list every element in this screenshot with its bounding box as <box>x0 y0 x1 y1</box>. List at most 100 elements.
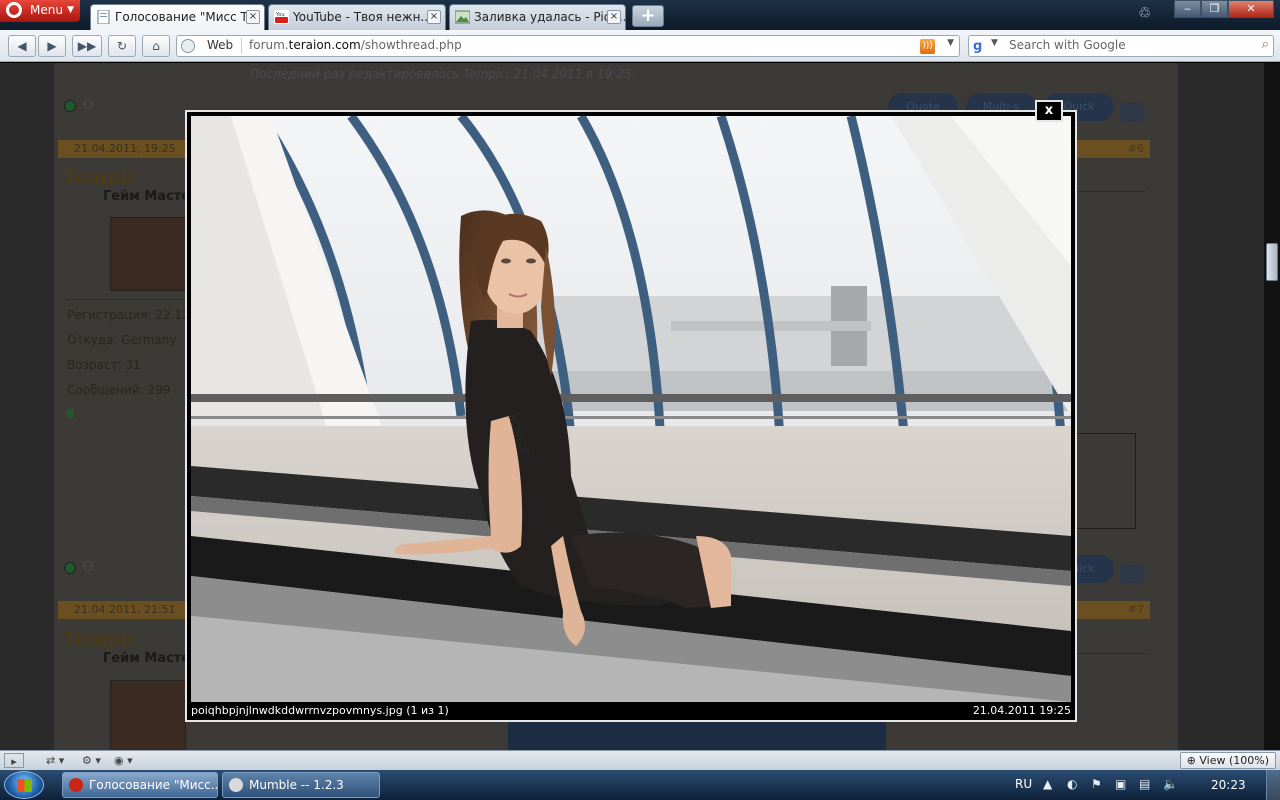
reputation-icon <box>67 409 74 418</box>
post-number[interactable]: #6 <box>1128 140 1144 158</box>
youtube-icon: You <box>274 10 289 24</box>
lightbox-close-button[interactable]: x <box>1035 100 1063 122</box>
opera-icon <box>69 778 83 792</box>
divider <box>1078 653 1146 654</box>
post-number[interactable]: #7 <box>1128 601 1144 619</box>
windows-logo-icon <box>17 779 32 792</box>
menu-label: Menu <box>30 3 63 17</box>
image-icon <box>455 10 470 24</box>
fast-forward-button[interactable]: ▶▶ <box>72 35 102 57</box>
reload-button[interactable]: ↻ <box>108 35 136 57</box>
search-engine-dropdown-icon[interactable]: ▼ <box>991 38 998 48</box>
post-username[interactable]: Tempic <box>63 166 139 188</box>
report-icon[interactable] <box>1120 565 1144 583</box>
search-field[interactable]: g ▼ Search with Google ⌕ <box>968 35 1274 57</box>
search-placeholder: Search with Google <box>1009 38 1126 52</box>
forward-button[interactable]: ▶ <box>38 35 66 57</box>
new-tab-button[interactable]: + <box>632 5 664 27</box>
globe-icon <box>181 39 195 53</box>
address-field[interactable]: Web forum.teraion.com/showthread.php )))… <box>176 35 960 57</box>
address-dropdown-icon[interactable]: ▼ <box>947 38 954 48</box>
zoom-control[interactable]: ⊕ View (100%) <box>1179 752 1276 769</box>
lightbox-date: 21.04.2011 19:25 <box>972 704 1071 717</box>
close-tab-icon[interactable]: × <box>607 10 621 24</box>
avatar[interactable] <box>110 680 186 750</box>
post-username[interactable]: Tempic <box>63 628 139 650</box>
opera-logo-icon <box>6 2 22 18</box>
search-icon[interactable]: ⌕ <box>1262 37 1269 52</box>
home-button[interactable]: ⌂ <box>142 35 170 57</box>
site-badge[interactable]: Web <box>207 38 233 52</box>
url-prefix: forum. <box>249 38 289 52</box>
tab-label: YouTube - Твоя нежн... <box>293 10 432 24</box>
scrollbar-thumb[interactable] <box>1266 243 1278 281</box>
forum-page-icon <box>97 10 110 24</box>
start-button[interactable] <box>4 771 44 799</box>
address-separator <box>241 38 242 54</box>
user-location: Откуда: Germany <box>67 333 177 347</box>
user-title: Гейм Масте <box>103 189 191 204</box>
chevron-down-icon: ▼ <box>67 5 74 15</box>
opera-menu-button[interactable]: Menu ▼ <box>0 0 80 22</box>
tab-strip: Menu ▼ Голосование "Мисс Т... × You YouT… <box>0 0 1280 30</box>
divider <box>66 299 186 300</box>
trash-icon[interactable]: ♲ <box>1138 4 1156 24</box>
maximize-button[interactable]: ❐ <box>1201 0 1228 18</box>
url-text[interactable]: forum.teraion.com/showthread.php <box>249 38 462 52</box>
windows-taskbar: Голосование "Мисс... Mumble -- 1.2.3 RU … <box>0 770 1280 800</box>
taskbar-item-opera[interactable]: Голосование "Мисс... <box>62 772 218 798</box>
volume-icon[interactable]: 🔈 <box>1163 777 1178 791</box>
taskbar-item-mumble[interactable]: Mumble -- 1.2.3 <box>222 772 380 798</box>
page-scrollbar[interactable] <box>1264 63 1280 750</box>
user-offline-icon: ⚇ <box>82 97 95 113</box>
online-status-icon <box>64 562 76 574</box>
edit-note: Последний раз редактировалось Tempic; 21… <box>250 67 636 81</box>
close-tab-icon[interactable]: × <box>427 10 441 24</box>
svg-text:You: You <box>275 12 285 18</box>
lightbox-caption: poiqhbpjnjlnwdkddwrrnvzpovmnys.jpg (1 из… <box>191 704 449 717</box>
device-icon[interactable]: ▣ <box>1115 777 1126 791</box>
avatar[interactable] <box>110 217 186 291</box>
url-domain: teraion.com <box>288 38 361 52</box>
sync-icon[interactable]: ⇄ ▾ <box>46 753 64 768</box>
show-hidden-icons-icon[interactable]: ▲ <box>1043 777 1052 791</box>
headset-icon[interactable]: ◐ <box>1067 777 1077 791</box>
navigation-bar: ◀ ▶ ▶▶ ↻ ⌂ Web forum.teraion.com/showthr… <box>0 30 1280 62</box>
network-icon[interactable]: ▤ <box>1139 777 1150 791</box>
tab-miss-voting[interactable]: Голосование "Мисс Т... × <box>90 4 265 30</box>
quote-block <box>1070 433 1136 529</box>
show-desktop-button[interactable] <box>1266 770 1280 800</box>
close-tab-icon[interactable]: × <box>246 10 260 24</box>
report-icon[interactable] <box>1120 103 1144 121</box>
panel-toggle-icon[interactable]: ▸ <box>4 753 24 768</box>
tab-youtube[interactable]: You YouTube - Твоя нежн... × <box>268 4 446 30</box>
tab-picture-upload[interactable]: Заливка удалась - Pict... × <box>449 4 626 30</box>
unite-icon[interactable]: ◉ ▾ <box>114 753 133 768</box>
image-lightbox: NOVICE poiqhbpjnjlnwdkddwrrnvzpovmnys.jp… <box>185 110 1077 722</box>
user-post-count: Сообщений: 299 <box>67 383 171 397</box>
window-controls: ‒ ❐ ✕ <box>1174 0 1274 18</box>
user-title: Гейм Масте <box>103 651 191 666</box>
tab-label: Голосование "Мисс Т... <box>115 10 260 24</box>
turbo-icon[interactable]: ⚙ ▾ <box>82 753 101 768</box>
online-status-icon <box>64 100 76 112</box>
back-button[interactable]: ◀ <box>8 35 36 57</box>
mumble-icon <box>229 778 243 792</box>
task-label: Голосование "Мисс... <box>89 778 218 792</box>
rss-feed-icon[interactable]: ))) <box>920 39 935 54</box>
user-age: Возраст: 31 <box>67 358 141 372</box>
clock[interactable]: 20:23 <box>1211 778 1246 792</box>
close-window-button[interactable]: ✕ <box>1228 0 1274 18</box>
system-tray: RU ▲ ◐ ⚑ ▣ ▤ 🔈 20:23 <box>1005 770 1280 800</box>
post-date: 21.04.2011, 21:51 <box>74 603 176 616</box>
url-path: /showthread.php <box>360 38 462 52</box>
post-date: 21.04.2011, 19:25 <box>74 142 176 155</box>
minimize-button[interactable]: ‒ <box>1174 0 1201 18</box>
tab-label: Заливка удалась - Pict... <box>474 10 626 24</box>
user-offline-icon: ⚇ <box>82 559 95 575</box>
google-icon[interactable]: g <box>973 39 988 54</box>
user-registration: Регистрация: 22.12 <box>67 308 190 322</box>
action-center-flag-icon[interactable]: ⚑ <box>1091 777 1102 791</box>
language-indicator[interactable]: RU <box>1015 777 1032 791</box>
lightbox-photo[interactable]: NOVICE <box>191 116 1071 702</box>
